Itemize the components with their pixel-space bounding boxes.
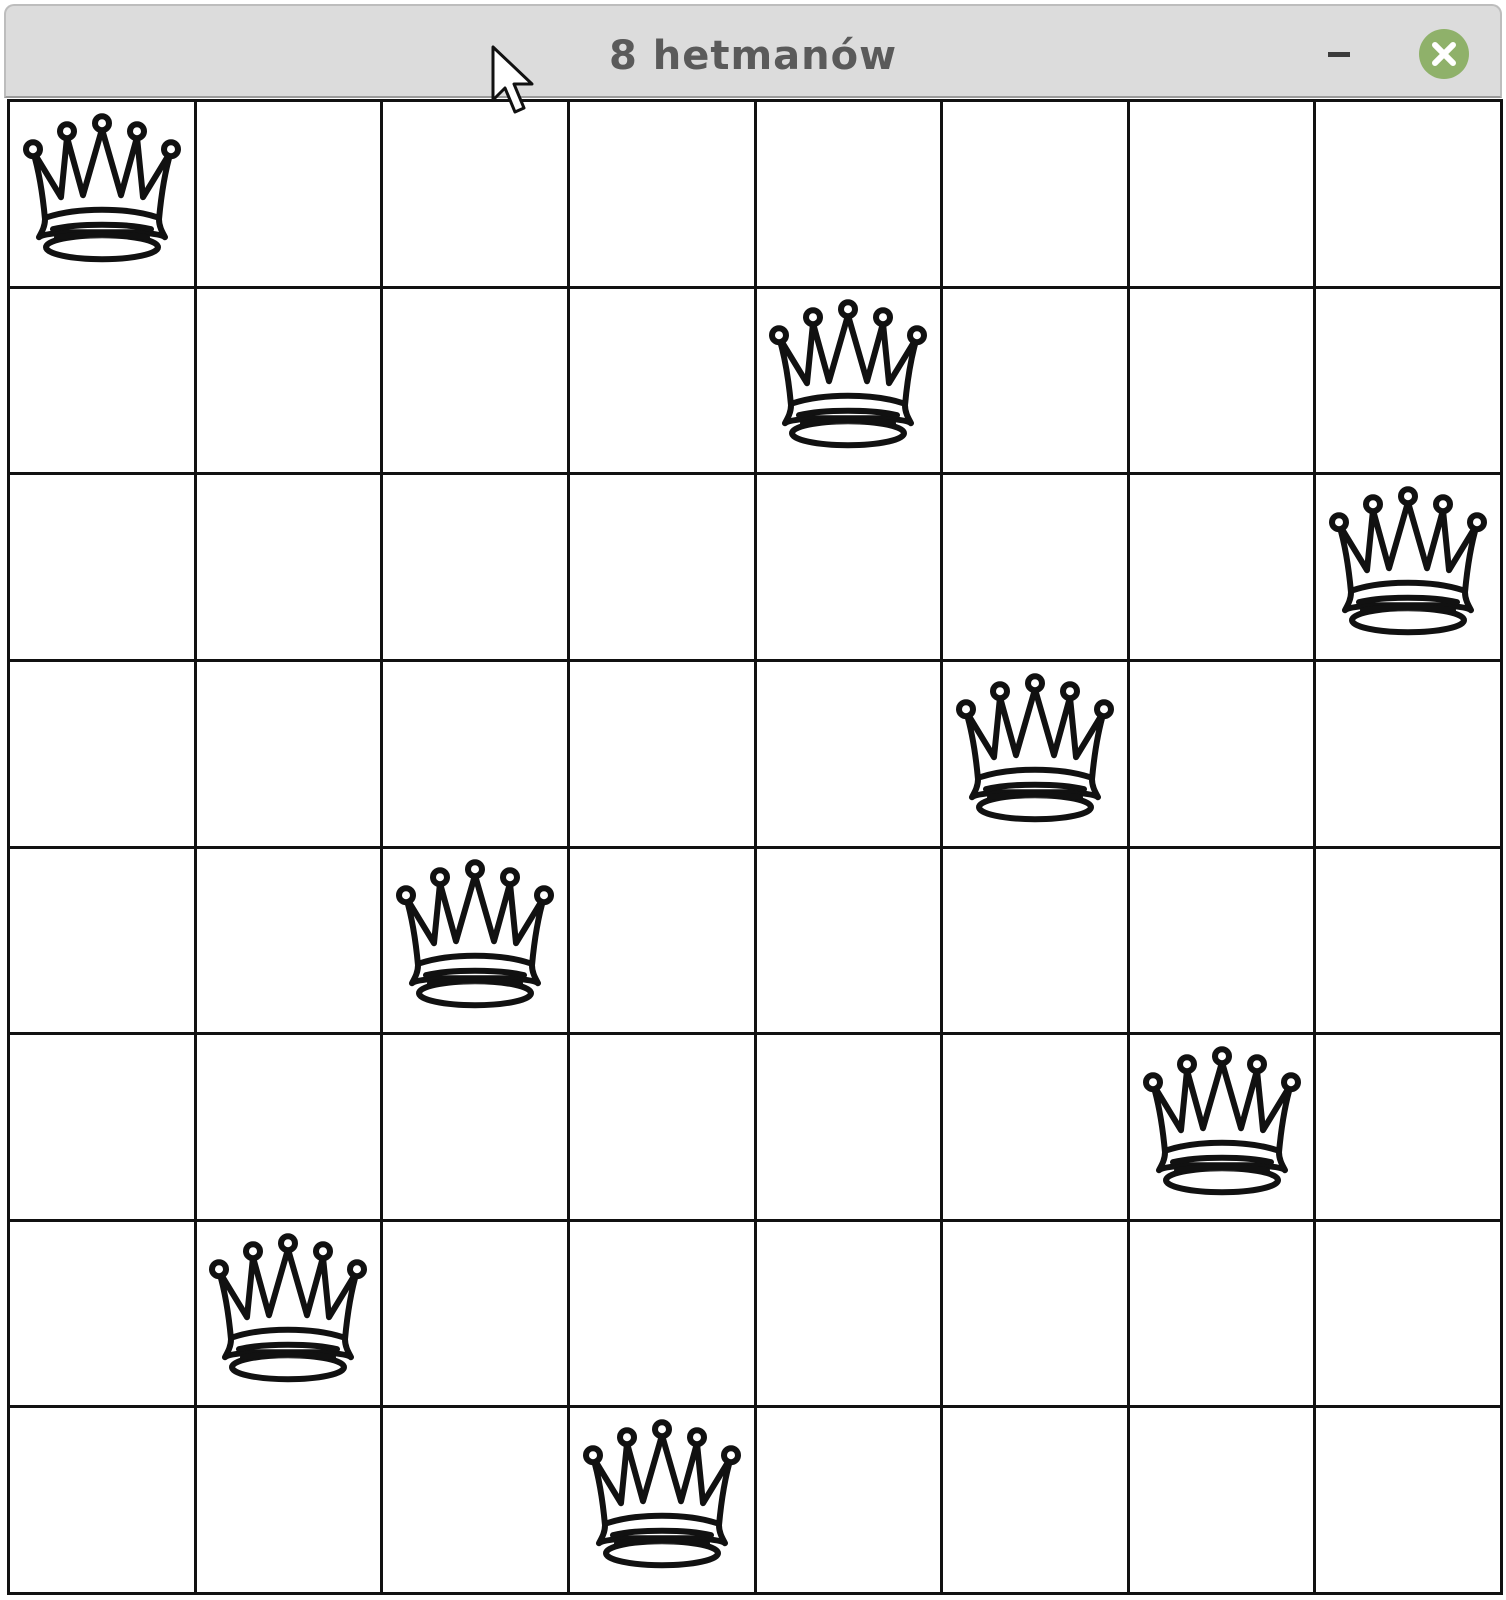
board-square[interactable] (943, 1035, 1130, 1222)
minimize-button[interactable] (1316, 34, 1366, 74)
board-square[interactable] (196, 288, 384, 476)
white-queen-icon (1142, 1046, 1301, 1196)
board-square[interactable] (383, 1408, 570, 1595)
board-square[interactable] (756, 661, 944, 849)
board-square[interactable] (1129, 661, 1317, 849)
board-square[interactable] (383, 1221, 570, 1409)
board-square[interactable] (943, 848, 1130, 1036)
board-square[interactable] (943, 1221, 1130, 1409)
board-square[interactable] (383, 288, 570, 476)
board-square[interactable] (383, 848, 570, 1036)
board-square[interactable] (196, 102, 384, 289)
board-square[interactable] (10, 661, 197, 849)
board-square[interactable] (756, 102, 944, 289)
board-square[interactable] (569, 288, 757, 476)
board-square[interactable] (569, 1408, 757, 1595)
board-square[interactable] (196, 475, 384, 662)
board-square[interactable] (10, 288, 197, 476)
board-square[interactable] (943, 288, 1130, 476)
board-square[interactable] (569, 102, 757, 289)
close-icon (1432, 42, 1456, 66)
board-square[interactable] (10, 1035, 197, 1222)
board-square[interactable] (943, 661, 1130, 849)
board-square[interactable] (1129, 102, 1317, 289)
board-square[interactable] (10, 1408, 197, 1595)
board-square[interactable] (756, 848, 944, 1036)
white-queen-icon (22, 113, 181, 263)
board-square[interactable] (756, 475, 944, 662)
board-square[interactable] (1316, 1221, 1503, 1409)
board-square[interactable] (1316, 1408, 1503, 1595)
close-button[interactable] (1419, 29, 1469, 79)
board-square[interactable] (1316, 102, 1503, 289)
title-bar[interactable]: 8 hetmanów (4, 4, 1502, 98)
board-square[interactable] (1129, 1221, 1317, 1409)
board-square[interactable] (943, 102, 1130, 289)
board-square[interactable] (1316, 848, 1503, 1036)
window-title: 8 hetmanów (608, 33, 898, 79)
board-square[interactable] (196, 661, 384, 849)
white-queen-icon (396, 859, 555, 1009)
white-queen-icon (955, 672, 1114, 822)
board-square[interactable] (383, 661, 570, 849)
white-queen-icon (1329, 486, 1488, 636)
board-square[interactable] (569, 475, 757, 662)
board-square[interactable] (1316, 475, 1503, 662)
board-square[interactable] (1129, 1035, 1317, 1222)
board-square[interactable] (1316, 661, 1503, 849)
board-square[interactable] (383, 475, 570, 662)
board-square[interactable] (196, 1221, 384, 1409)
board-square[interactable] (1316, 288, 1503, 476)
board-square[interactable] (569, 848, 757, 1036)
board-square[interactable] (1129, 1408, 1317, 1595)
chess-board (7, 99, 1503, 1595)
board-square[interactable] (1129, 475, 1317, 662)
board-square[interactable] (569, 1035, 757, 1222)
board-square[interactable] (10, 102, 197, 289)
board-square[interactable] (943, 475, 1130, 662)
app-window: 8 hetmanów (0, 0, 1506, 1600)
board-square[interactable] (196, 848, 384, 1036)
board-square[interactable] (569, 1221, 757, 1409)
board-square[interactable] (383, 102, 570, 289)
board-square[interactable] (10, 1221, 197, 1409)
board-square[interactable] (196, 1035, 384, 1222)
board-square[interactable] (10, 848, 197, 1036)
board-square[interactable] (756, 1408, 944, 1595)
board-square[interactable] (1129, 288, 1317, 476)
white-queen-icon (769, 299, 928, 449)
board-square[interactable] (1316, 1035, 1503, 1222)
board-square[interactable] (383, 1035, 570, 1222)
white-queen-icon (209, 1232, 368, 1382)
white-queen-icon (582, 1419, 741, 1569)
board-square[interactable] (756, 288, 944, 476)
board-square[interactable] (943, 1408, 1130, 1595)
board-square[interactable] (569, 661, 757, 849)
board-square[interactable] (196, 1408, 384, 1595)
board-square[interactable] (756, 1035, 944, 1222)
board-square[interactable] (10, 475, 197, 662)
board-square[interactable] (1129, 848, 1317, 1036)
board-square[interactable] (756, 1221, 944, 1409)
